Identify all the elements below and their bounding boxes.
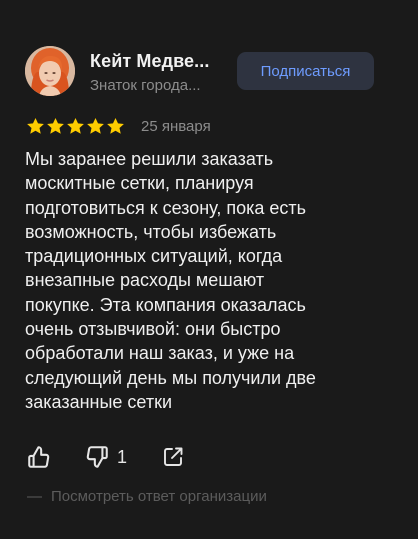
avatar-image	[25, 46, 75, 96]
review-line: очень отзывчивой: они быстро	[25, 319, 281, 340]
subscribe-button[interactable]: Подписаться	[237, 52, 374, 90]
star-rating	[26, 117, 125, 135]
review-card: Кейт Медве... Знаток города... Подписать…	[0, 0, 418, 539]
org-reply-dash: —	[27, 488, 42, 505]
org-reply-label: Посмотреть ответ организации	[51, 488, 267, 505]
org-reply-link[interactable]: — Посмотреть ответ организации	[27, 488, 267, 505]
review-actions: 1	[26, 443, 185, 471]
review-line: внезапные расходы мешают	[25, 270, 265, 291]
review-date: 25 января	[141, 117, 211, 135]
review-header: Кейт Медве... Знаток города... Подписать…	[25, 46, 374, 98]
rating-row: 25 января	[26, 116, 211, 136]
author-status: Знаток города...	[90, 77, 201, 94]
author-name[interactable]: Кейт Медве...	[90, 51, 209, 72]
star-icon	[107, 117, 124, 134]
review-line: обработали наш заказ, и уже на	[25, 343, 295, 364]
review-line: подготовиться к сезону, пока есть	[25, 197, 307, 218]
dislike-count: 1	[117, 446, 128, 467]
dislike-button[interactable]: 1	[84, 444, 127, 470]
review-text: Мы заранее решили заказать москитные сет…	[25, 147, 370, 414]
review-line: Мы заранее решили заказать	[25, 149, 274, 169]
share-button[interactable]	[161, 445, 185, 469]
share-icon	[164, 447, 183, 466]
star-icon	[27, 117, 44, 134]
review-line: заказанные сетки	[25, 391, 173, 412]
like-button[interactable]	[26, 444, 52, 470]
star-icon	[67, 117, 84, 134]
review-line: традиционных ситуаций, когда	[25, 246, 283, 267]
star-icon	[47, 117, 64, 134]
review-line: москитные сетки, планируя	[25, 173, 254, 194]
thumbs-up-icon	[28, 446, 50, 468]
review-line: следующий день мы получили две	[25, 367, 316, 388]
review-line: возможность, чтобы избежать	[25, 221, 277, 242]
star-icon	[87, 117, 104, 134]
thumbs-down-icon	[86, 446, 108, 468]
review-line: покупке. Эта компания оказалась	[25, 294, 306, 315]
avatar[interactable]	[25, 46, 75, 96]
